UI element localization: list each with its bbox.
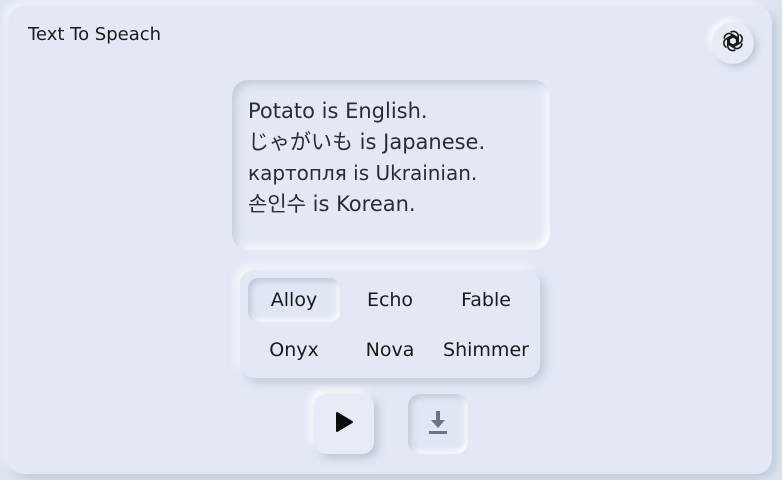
tts-card: Text To Speach Potato is English. じゃがいも … [8,6,772,474]
play-icon [333,411,355,437]
openai-logo-icon [720,28,746,58]
voice-option-onyx[interactable]: Onyx [248,328,340,372]
text-line: 손인수 is Korean. [248,192,416,216]
text-line: Potato is English. [248,99,428,123]
text-line: картопля is Ukrainian. [248,161,478,185]
openai-logo-button[interactable] [712,22,754,64]
voice-option-fable[interactable]: Fable [440,278,532,322]
voice-selector: Alloy Echo Fable Onyx Nova Shimmer [240,270,540,378]
text-input[interactable]: Potato is English. じゃがいも is Japanese. ка… [232,80,550,250]
text-line: じゃがいも is Japanese. [248,130,486,154]
voice-option-shimmer[interactable]: Shimmer [440,328,532,372]
app-title: Text To Speach [28,24,162,45]
voice-option-alloy[interactable]: Alloy [248,278,340,322]
voice-option-nova[interactable]: Nova [344,328,436,372]
voice-option-echo[interactable]: Echo [344,278,436,322]
download-button[interactable] [408,394,468,454]
play-button[interactable] [314,394,374,454]
download-icon [427,409,449,439]
